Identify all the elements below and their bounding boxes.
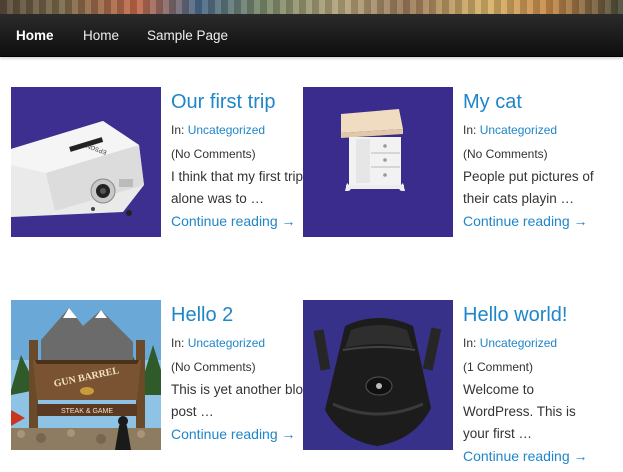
post-excerpt: This is yet another blog post … Continue … bbox=[171, 379, 311, 446]
continue-reading-link[interactable]: Continue reading → bbox=[463, 448, 588, 464]
category-link[interactable]: Uncategorized bbox=[188, 123, 265, 137]
post-excerpt: I think that my first trip alone was to … bbox=[171, 166, 311, 233]
post-title-link[interactable]: Hello 2 bbox=[171, 299, 311, 331]
continue-reading-link[interactable]: Continue reading → bbox=[463, 213, 588, 229]
main-navigation: Home Home Sample Page bbox=[0, 14, 623, 57]
post-category-line: In: Uncategorized bbox=[463, 331, 603, 355]
post-excerpt-text: Welcome to WordPress. This is your first… bbox=[463, 382, 576, 441]
post-content: Our first trip In: Uncategorized (No Com… bbox=[171, 87, 311, 233]
post-thumbnail-gun-barrel-sign[interactable]: GUN BARREL STEAK & GAME bbox=[11, 300, 161, 450]
site-home-link[interactable]: Home bbox=[16, 14, 54, 57]
comments-count[interactable]: (No Comments) bbox=[463, 142, 603, 166]
category-prefix: In: bbox=[171, 336, 188, 350]
post-excerpt-text: I think that my first trip alone was to … bbox=[171, 169, 304, 206]
post-category-line: In: Uncategorized bbox=[463, 118, 603, 142]
comments-count[interactable]: (No Comments) bbox=[171, 142, 311, 166]
post-excerpt: Welcome to WordPress. This is your first… bbox=[463, 379, 603, 468]
post-category-line: In: Uncategorized bbox=[171, 118, 311, 142]
sign-line-2: STEAK & GAME bbox=[61, 408, 113, 415]
nav-item-home[interactable]: Home bbox=[83, 14, 119, 57]
post-excerpt-text: This is yet another blog post … bbox=[171, 382, 311, 419]
continue-reading-link[interactable]: Continue reading → bbox=[171, 426, 296, 442]
post-thumbnail-projector[interactable]: EPSON bbox=[11, 87, 161, 237]
category-prefix: In: bbox=[463, 123, 480, 137]
category-link[interactable]: Uncategorized bbox=[188, 336, 265, 350]
post-excerpt-text: People put pictures of their cats playin… bbox=[463, 169, 594, 206]
post-content: Hello world! In: Uncategorized (1 Commen… bbox=[463, 300, 603, 468]
comments-count[interactable]: (1 Comment) bbox=[463, 355, 603, 379]
post-title-link[interactable]: Our first trip bbox=[171, 86, 311, 118]
continue-reading-link[interactable]: Continue reading → bbox=[171, 213, 296, 229]
post-content: My cat In: Uncategorized (No Comments) P… bbox=[463, 87, 603, 233]
category-prefix: In: bbox=[463, 336, 480, 350]
header-banner-image bbox=[0, 0, 623, 14]
post-title-link[interactable]: Hello world! bbox=[463, 299, 603, 331]
comments-count[interactable]: (No Comments) bbox=[171, 355, 311, 379]
category-link[interactable]: Uncategorized bbox=[480, 336, 557, 350]
post-content: Hello 2 In: Uncategorized (No Comments) … bbox=[171, 300, 311, 446]
post-category-line: In: Uncategorized bbox=[171, 331, 311, 355]
category-prefix: In: bbox=[171, 123, 188, 137]
post-thumbnail-nightstand[interactable] bbox=[303, 87, 453, 237]
category-link[interactable]: Uncategorized bbox=[480, 123, 557, 137]
post-thumbnail-camera-bag[interactable] bbox=[303, 300, 453, 450]
post-title-link[interactable]: My cat bbox=[463, 86, 603, 118]
post-excerpt: People put pictures of their cats playin… bbox=[463, 166, 603, 233]
nav-item-sample-page[interactable]: Sample Page bbox=[147, 14, 228, 57]
